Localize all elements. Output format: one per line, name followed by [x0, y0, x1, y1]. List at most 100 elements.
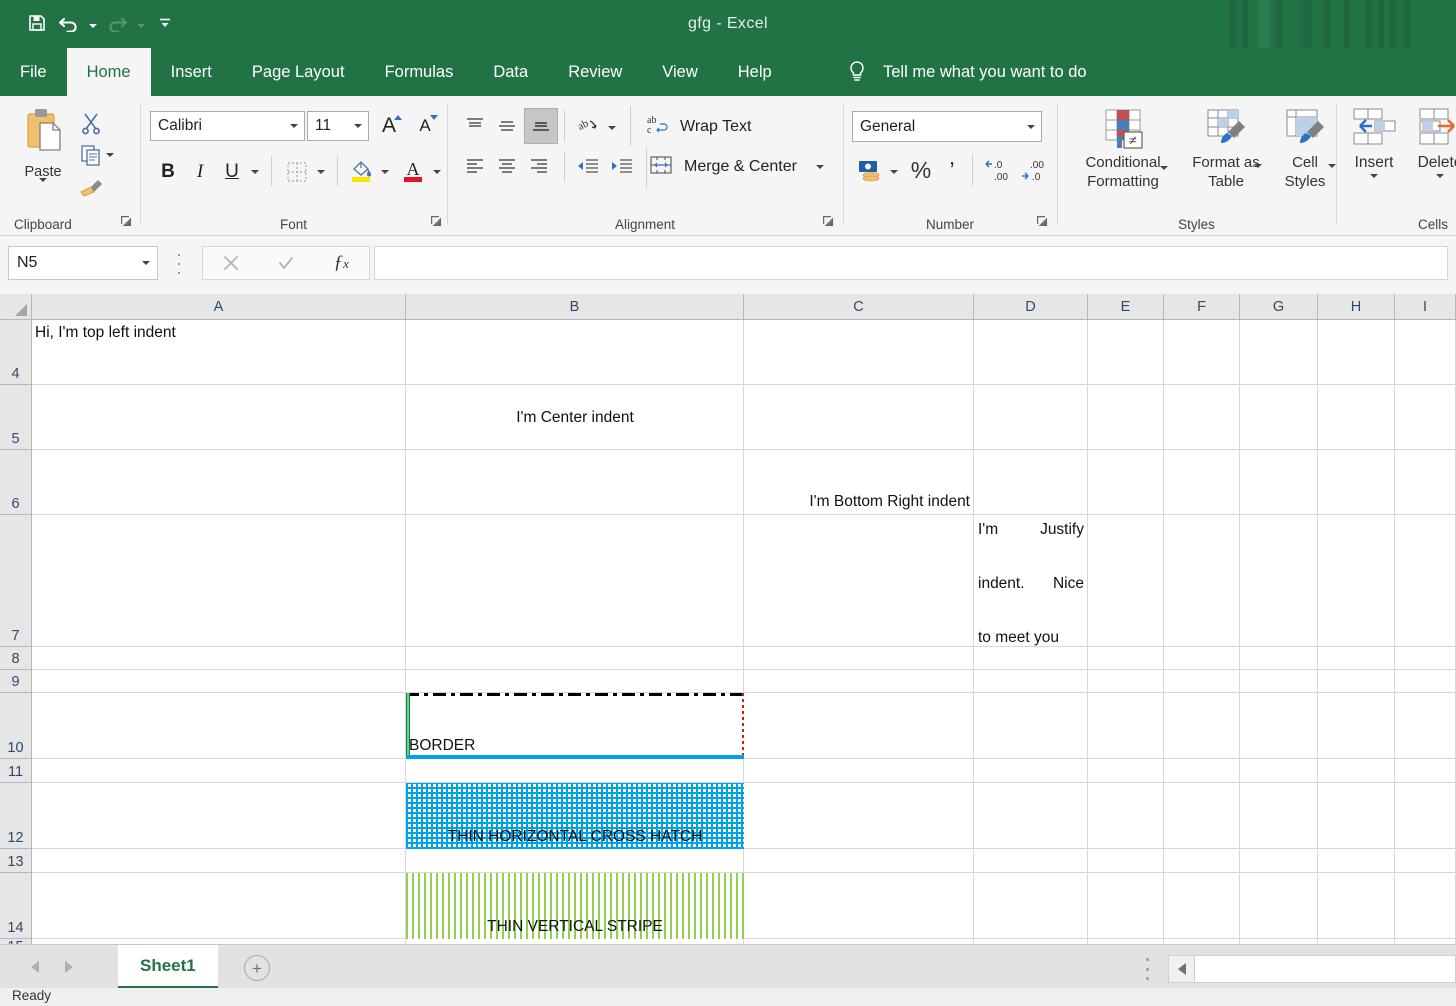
cell-D5[interactable]: [974, 385, 1088, 450]
cell-D4[interactable]: [974, 320, 1088, 385]
cell-F10[interactable]: [1164, 693, 1240, 759]
row-header-12[interactable]: 12: [0, 783, 32, 849]
cell-D10[interactable]: [974, 693, 1088, 759]
format-as-table-button[interactable]: Format as Table: [1186, 106, 1266, 210]
cell-I9[interactable]: [1395, 670, 1456, 693]
column-header-b[interactable]: B: [406, 294, 744, 320]
cell-A6[interactable]: [32, 450, 406, 515]
tell-me-search[interactable]: Tell me what you want to do: [845, 48, 1087, 96]
cell-H5[interactable]: [1318, 385, 1395, 450]
cell-E11[interactable]: [1088, 759, 1164, 783]
cell-B14[interactable]: THIN VERTICAL STRIPE: [406, 873, 744, 939]
customize-quick-access-icon[interactable]: [150, 8, 180, 38]
enter-formula-icon[interactable]: [258, 247, 313, 279]
font-size-dropdown-icon[interactable]: [348, 124, 368, 128]
cell-G7[interactable]: [1240, 515, 1318, 647]
cell-A9[interactable]: [32, 670, 406, 693]
fill-color-dropdown-icon[interactable]: [379, 159, 391, 185]
cell-H9[interactable]: [1318, 670, 1395, 693]
cell-D7[interactable]: I'm Justify indent. Nice to meet you: [974, 515, 1088, 647]
cell-I13[interactable]: [1395, 849, 1456, 873]
cell-A12[interactable]: [32, 783, 406, 849]
cell-D6[interactable]: [974, 450, 1088, 515]
format-as-table-dropdown-icon[interactable]: [1254, 164, 1262, 186]
orientation-button[interactable]: ab: [572, 112, 604, 142]
decrease-decimal-button[interactable]: .00.0: [1016, 154, 1050, 186]
cell-I8[interactable]: [1395, 647, 1456, 670]
row-header-5[interactable]: 5: [0, 385, 32, 450]
formula-bar-resize-handle[interactable]: [172, 254, 186, 274]
cell-I11[interactable]: [1395, 759, 1456, 783]
horizontal-scrollbar[interactable]: [1168, 955, 1456, 983]
align-right-button[interactable]: [524, 152, 554, 182]
cell-I5[interactable]: [1395, 385, 1456, 450]
cell-F12[interactable]: [1164, 783, 1240, 849]
align-top-button[interactable]: [460, 112, 490, 140]
percent-style-button[interactable]: %: [906, 154, 936, 186]
cell-E5[interactable]: [1088, 385, 1164, 450]
cell-C10[interactable]: [744, 693, 974, 759]
cell-B10[interactable]: BORDER: [406, 693, 744, 759]
delete-cells-button[interactable]: Delete: [1409, 106, 1456, 210]
cell-E9[interactable]: [1088, 670, 1164, 693]
cell-F8[interactable]: [1164, 647, 1240, 670]
cell-E12[interactable]: [1088, 783, 1164, 849]
tab-data[interactable]: Data: [473, 48, 548, 96]
cell-D14[interactable]: [974, 873, 1088, 939]
cell-G12[interactable]: [1240, 783, 1318, 849]
cell-C6[interactable]: I'm Bottom Right indent: [744, 450, 974, 515]
cell-D13[interactable]: [974, 849, 1088, 873]
cell-H13[interactable]: [1318, 849, 1395, 873]
cell-C12[interactable]: [744, 783, 974, 849]
font-name-dropdown-icon[interactable]: [284, 124, 304, 128]
undo-button[interactable]: [54, 8, 84, 38]
cell-F14[interactable]: [1164, 873, 1240, 939]
cell-D11[interactable]: [974, 759, 1088, 783]
font-color-dropdown-icon[interactable]: [431, 159, 443, 185]
redo-dropdown[interactable]: [134, 8, 148, 38]
font-color-button[interactable]: A: [397, 154, 429, 188]
column-header-e[interactable]: E: [1088, 294, 1164, 320]
merge-center-button[interactable]: Merge & Center: [648, 150, 797, 184]
tab-review[interactable]: Review: [548, 48, 642, 96]
cell-C11[interactable]: [744, 759, 974, 783]
cell-B6[interactable]: [406, 450, 744, 515]
cell-F9[interactable]: [1164, 670, 1240, 693]
cell-I12[interactable]: [1395, 783, 1456, 849]
cell-E14[interactable]: [1088, 873, 1164, 939]
cell-B5[interactable]: I'm Center indent: [406, 385, 744, 450]
column-header-c[interactable]: C: [744, 294, 974, 320]
cell-E8[interactable]: [1088, 647, 1164, 670]
cell-H8[interactable]: [1318, 647, 1395, 670]
next-sheet-button[interactable]: [56, 955, 82, 979]
align-center-button[interactable]: [492, 152, 522, 182]
column-header-i[interactable]: I: [1395, 294, 1456, 320]
cell-C8[interactable]: [744, 647, 974, 670]
add-sheet-button[interactable]: +: [244, 955, 270, 981]
accounting-format-dropdown-icon[interactable]: [888, 159, 900, 185]
tab-page-layout[interactable]: Page Layout: [232, 48, 365, 96]
cell-A5[interactable]: [32, 385, 406, 450]
delete-cells-dropdown-icon[interactable]: [1436, 174, 1444, 196]
cell-I6[interactable]: [1395, 450, 1456, 515]
tab-formulas[interactable]: Formulas: [365, 48, 474, 96]
cell-A11[interactable]: [32, 759, 406, 783]
increase-font-size-button[interactable]: A: [373, 111, 405, 141]
cell-H14[interactable]: [1318, 873, 1395, 939]
column-header-g[interactable]: G: [1240, 294, 1318, 320]
row-header-6[interactable]: 6: [0, 450, 32, 515]
cell-D12[interactable]: [974, 783, 1088, 849]
row-header-14[interactable]: 14: [0, 873, 32, 939]
cell-G13[interactable]: [1240, 849, 1318, 873]
cell-G5[interactable]: [1240, 385, 1318, 450]
paste-button[interactable]: Paste: [10, 106, 76, 218]
number-dialog-launcher[interactable]: [1034, 214, 1050, 230]
borders-button[interactable]: [281, 156, 313, 188]
name-box-dropdown-icon[interactable]: [135, 261, 157, 265]
font-name-combo[interactable]: Calibri: [150, 111, 305, 141]
cell-C9[interactable]: [744, 670, 974, 693]
column-header-h[interactable]: H: [1318, 294, 1395, 320]
row-header-9[interactable]: 9: [0, 670, 32, 693]
align-middle-button[interactable]: [492, 112, 522, 140]
font-dialog-launcher[interactable]: [428, 214, 444, 230]
